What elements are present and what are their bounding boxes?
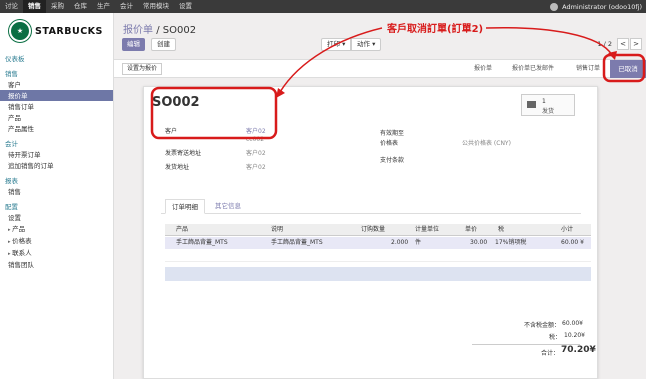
row-subtotal: 60.00 ¥: [561, 239, 584, 246]
col-qty[interactable]: 订购数量: [361, 224, 385, 236]
row-description: 手工飾品背蓋_MTS: [271, 239, 323, 246]
user-menu[interactable]: Administrator (odoo10fj): [562, 3, 642, 11]
sidebar-item[interactable]: 联系人: [0, 247, 113, 259]
sidebar-item[interactable]: 产品: [0, 223, 113, 235]
stage-quotation: 报价单: [474, 65, 493, 72]
breadcrumb-current: SO002: [162, 25, 197, 36]
tab-order-lines[interactable]: 订单明细: [165, 199, 205, 214]
sidebar-section-title[interactable]: 仪表板: [0, 52, 113, 64]
breadcrumb-separator: /: [156, 25, 160, 36]
sidebar-item[interactable]: 销售团队: [0, 259, 113, 270]
truck-icon: [527, 101, 536, 108]
row-uom: 件: [415, 239, 422, 246]
col-price[interactable]: 单价: [465, 224, 477, 236]
breadcrumb-parent[interactable]: 报价单: [123, 25, 153, 36]
sidebar-item[interactable]: 设置: [0, 212, 113, 223]
pricelist-value: 公共价格表 (CNY): [462, 140, 511, 147]
order-title: SO002: [152, 95, 200, 110]
create-button[interactable]: 创建: [151, 38, 176, 51]
pager-value: 1 / 2: [597, 40, 612, 48]
row-qty: 2.000: [391, 239, 409, 246]
row-product: 手工飾品背蓋_MTS: [176, 239, 228, 246]
stage-cancelled: 已取消: [610, 60, 646, 78]
pricelist-label: 价格表: [380, 140, 399, 147]
sidebar-item[interactable]: 产品: [0, 112, 113, 123]
brand-name: STARBUCKS: [35, 25, 103, 37]
customer-ref: cc002: [246, 136, 265, 143]
untaxed-label: 不含税金额：: [524, 322, 561, 329]
top-menu-item[interactable]: 讨论: [0, 0, 23, 13]
delivery-smart-button[interactable]: 1 发货: [521, 94, 575, 116]
delivery-label: 发货: [542, 108, 555, 115]
sidebar-section-title: 配置: [5, 203, 18, 211]
delivery-count: 1: [542, 98, 546, 105]
customer-label: 客户: [165, 128, 178, 135]
sidebar-item[interactable]: 价格表: [0, 235, 113, 247]
main-content: 报价单 / SO002 编辑 创建 打印 ▾ 动作 ▾ 1 / 2 < > 设置…: [114, 13, 646, 379]
sidebar-item[interactable]: 客户: [0, 79, 113, 90]
sidebar-item[interactable]: 追加销售的订单: [0, 160, 113, 171]
print-dropdown[interactable]: 打印 ▾: [321, 38, 352, 51]
col-subtotal[interactable]: 小计: [561, 224, 573, 236]
sheet-tabs: 订单明细 其它信息: [161, 199, 581, 214]
starbucks-logo-icon: ★: [9, 20, 31, 42]
table-row[interactable]: 手工飾品背蓋_MTS 手工飾品背蓋_MTS 2.000 件 30.00 17%销…: [165, 237, 591, 249]
invoice-address-value: 客户02: [246, 150, 266, 157]
annotation-text: 客戶取消訂單(訂單2): [387, 24, 484, 35]
top-navbar: 讨论 销售 采购 仓库 生产 会计 常用模块 设置 Administrator (odoo10…: [0, 0, 646, 13]
top-menu-item[interactable]: 销售: [23, 0, 46, 13]
empty-row: [165, 250, 591, 262]
pager: 1 / 2 < >: [597, 38, 642, 50]
col-description[interactable]: 说明: [271, 224, 283, 236]
sidebar-item[interactable]: 待开票订单: [0, 149, 113, 160]
invoice-address-label: 发票寄送地址: [165, 150, 202, 157]
top-menu-item[interactable]: 仓库: [69, 0, 92, 13]
edit-button[interactable]: 编辑: [122, 38, 145, 51]
sidebar: ★ STARBUCKS 仪表板 销售 客户 报价单 销售订单 产品 产品属性 会计 待开票订单追…: [0, 13, 114, 379]
total-value: 70.20¥: [561, 345, 596, 355]
stage-quotation-sent: 报价单已发邮件: [512, 65, 555, 72]
table-header: 产品 说明 订购数量 计量单位 单价 税 小计: [165, 224, 591, 236]
sidebar-item[interactable]: 销售订单: [0, 101, 113, 112]
top-menu-item[interactable]: 采购: [46, 0, 69, 13]
col-uom[interactable]: 计量单位: [415, 224, 439, 236]
top-menu: 讨论 销售 采购 仓库 生产 会计 常用模块 设置: [0, 0, 197, 13]
pager-prev-button[interactable]: <: [617, 38, 629, 50]
company-logo[interactable]: ★ STARBUCKS: [0, 13, 113, 49]
top-menu-item[interactable]: 生产: [92, 0, 115, 13]
validity-label: 有效期至: [380, 130, 405, 137]
tax-value: 10.20¥: [564, 332, 585, 339]
sidebar-section-title: 销售: [5, 70, 18, 78]
top-menu-item[interactable]: 会计: [115, 0, 138, 13]
col-product[interactable]: 产品: [176, 224, 188, 236]
stage-sales-order: 销售订单: [576, 65, 601, 72]
action-dropdown[interactable]: 动作 ▾: [351, 38, 382, 51]
delivery-address-label: 发货地址: [165, 164, 190, 171]
breadcrumb: 报价单 / SO002: [123, 21, 196, 36]
total-label: 合计：: [541, 350, 560, 357]
sidebar-item[interactable]: 产品属性: [0, 123, 113, 134]
tab-other-info[interactable]: 其它信息: [209, 199, 247, 214]
delivery-address-value: 客户02: [246, 164, 266, 171]
table-footer-bar: [165, 267, 591, 281]
order-sheet: SO002 1 发货 客户 客户02 cc002 发票寄送地址 客户02 发货地…: [143, 86, 598, 379]
tax-label: 税：: [549, 334, 562, 341]
top-menu-item[interactable]: 常用模块: [138, 0, 174, 13]
customer-value[interactable]: 客户02: [246, 126, 266, 135]
sidebar-menu: 仪表板 销售 客户 报价单 销售订单 产品 产品属性 会计 待开票订单 追加销售的订单 报表 销售 配置…: [0, 52, 113, 270]
sidebar-section-title: 会计: [5, 140, 18, 148]
user-avatar-icon[interactable]: [550, 2, 559, 11]
row-price: 30.00: [470, 239, 488, 246]
payment-terms-label: 支付条款: [380, 157, 405, 164]
pager-next-button[interactable]: >: [630, 38, 642, 50]
row-tax: 17%销项税: [495, 239, 527, 246]
statusbar: 设置为报价 报价单 报价单已发邮件 销售订单 已取消: [114, 59, 646, 78]
sidebar-item[interactable]: 报价单: [0, 90, 113, 101]
sidebar-section-title: 报表: [5, 177, 18, 185]
col-tax[interactable]: 税: [498, 224, 504, 236]
set-to-quotation-button[interactable]: 设置为报价: [122, 63, 163, 75]
sidebar-item[interactable]: 销售: [0, 186, 113, 197]
untaxed-value: 60.00¥: [562, 320, 583, 327]
top-menu-item[interactable]: 设置: [174, 0, 197, 13]
